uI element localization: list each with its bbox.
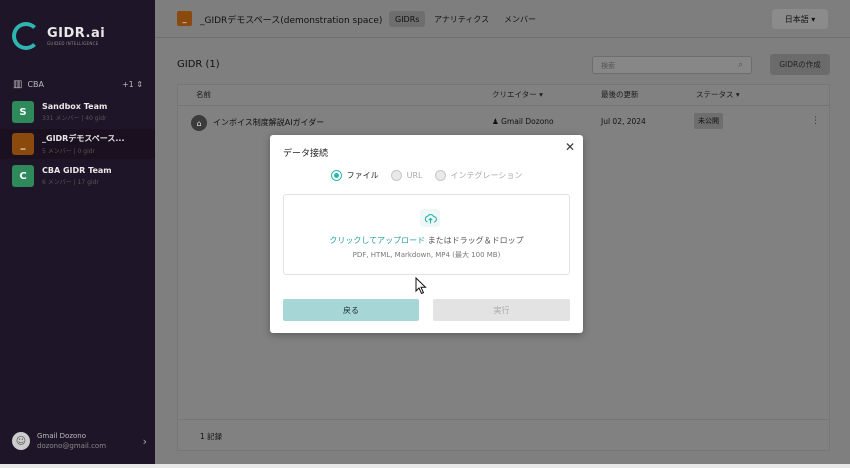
back-button[interactable]: 戻る	[283, 299, 419, 321]
language-label: 日本語	[784, 14, 809, 24]
team-stats: 6 メンバー | 17 gidr	[42, 179, 99, 186]
column-header-creator[interactable]: クリエイター ▾	[492, 89, 543, 100]
radio-selected-icon	[330, 170, 342, 181]
radio-unselected-icon	[434, 170, 446, 181]
radio-integration[interactable]: インテグレーション	[434, 170, 523, 181]
language-select[interactable]: 日本語 ▾	[772, 9, 828, 29]
workspace-name: _GIDRデモスペース(demonstration space)	[200, 16, 383, 26]
run-button[interactable]: 実行	[433, 299, 570, 321]
team-avatar: _	[12, 133, 34, 155]
column-header-updated[interactable]: 最後の更新	[601, 89, 639, 100]
search-placeholder: 検索	[601, 62, 615, 70]
cloud-upload-icon	[420, 209, 440, 227]
org-count: +1 ⇕	[121, 80, 143, 89]
team-stats: 5 メンバー | 0 gidr	[42, 148, 96, 155]
row-updated: Jul 02, 2024	[601, 117, 646, 126]
data-connection-dialog: データ接続 ✕ ファイル URL インテグレーション クリックしてアップロード …	[270, 135, 583, 333]
upload-instruction: クリックしてアップロード またはドラッグ＆ドロップ	[329, 236, 524, 245]
column-header-name[interactable]: 名前	[196, 89, 211, 100]
table-footer: 1 記録	[177, 419, 830, 451]
sidebar: GIDR.ai GUIDED INTELLIGENCE ▥ CBA +1 ⇕ S…	[0, 0, 155, 468]
radio-label: ファイル	[346, 171, 379, 180]
user-name: Gmail Dozono	[37, 432, 86, 440]
person-icon: ♟	[492, 117, 499, 126]
team-name: Sandbox Team	[42, 102, 108, 111]
page-title: GIDR (1)	[177, 59, 220, 70]
sidebar-item-cba-gidr-team[interactable]: C CBA GIDR Team 6 メンバー | 17 gidr	[0, 161, 155, 191]
user-menu[interactable]: ☺ Gmail Dozono dozono@gmail.com ›	[12, 432, 147, 450]
column-header-status[interactable]: ステータス ▾	[696, 89, 740, 100]
team-name: CBA GIDR Team	[42, 166, 112, 175]
chevron-right-icon: ›	[142, 434, 147, 448]
logo-icon	[12, 22, 40, 50]
source-type-radio-group: ファイル URL インテグレーション	[270, 170, 583, 181]
logo[interactable]: GIDR.ai GUIDED INTELLIGENCE	[12, 22, 105, 50]
sidebar-item-demo-space[interactable]: _ _GIDRデモスペース... 5 メンバー | 0 gidr	[0, 129, 155, 159]
radio-url[interactable]: URL	[390, 170, 423, 181]
close-icon[interactable]: ✕	[565, 140, 575, 154]
sidebar-item-sandbox-team[interactable]: S Sandbox Team 331 メンバー | 40 gidr	[0, 97, 155, 127]
tab-analytics[interactable]: アナリティクス	[428, 11, 495, 27]
table-row[interactable]: ⌂ インボイス制度解説AIガイダー ♟ Gmail Dozono Jul 02,…	[178, 105, 829, 139]
logo-title: GIDR.ai	[47, 26, 106, 41]
org-switcher[interactable]: ▥ CBA +1 ⇕	[13, 79, 143, 90]
gidr-icon: ⌂	[191, 115, 207, 131]
upload-link[interactable]: クリックしてアップロード	[329, 236, 425, 245]
user-avatar-icon: ☺	[12, 432, 30, 450]
team-stats: 331 メンバー | 40 gidr	[42, 115, 107, 122]
file-dropzone[interactable]: クリックしてアップロード またはドラッグ＆ドロップ PDF, HTML, Mar…	[283, 194, 570, 275]
record-count: 1 記録	[200, 432, 223, 441]
search-input[interactable]: 検索 ⌕	[592, 56, 752, 74]
more-options-icon[interactable]: ⋮	[811, 116, 820, 126]
team-avatar: C	[12, 165, 34, 187]
status-badge: 未公開	[694, 113, 723, 129]
workspace-icon: _	[177, 11, 192, 26]
row-name: インボイス制度解説AIガイダー	[213, 118, 325, 127]
top-bar: _ _GIDRデモスペース(demonstration space) GIDRs…	[155, 0, 850, 38]
row-creator: ♟ Gmail Dozono	[492, 117, 554, 126]
mouse-cursor-icon	[415, 276, 427, 298]
bottom-edge	[0, 464, 850, 468]
org-name: CBA	[27, 80, 44, 89]
team-avatar: S	[12, 101, 34, 123]
upload-formats: PDF, HTML, Markdown, MP4 (最大 100 MB)	[352, 251, 501, 259]
user-email: dozono@gmail.com	[37, 442, 107, 450]
team-name: _GIDRデモスペース...	[42, 134, 125, 143]
chevron-down-icon: ▾	[811, 14, 816, 24]
dialog-title: データ接続	[283, 149, 329, 159]
radio-label: URL	[406, 171, 423, 180]
radio-file[interactable]: ファイル	[330, 170, 379, 181]
search-icon: ⌕	[737, 60, 743, 70]
tab-members[interactable]: メンバー	[498, 11, 542, 27]
building-icon: ▥	[13, 79, 23, 90]
logo-tagline: GUIDED INTELLIGENCE	[47, 41, 99, 46]
create-gidr-button[interactable]: GIDRの作成	[770, 54, 830, 75]
radio-unselected-icon	[390, 170, 402, 181]
radio-label: インテグレーション	[450, 171, 523, 180]
tab-gidrs[interactable]: GIDRs	[389, 11, 426, 27]
